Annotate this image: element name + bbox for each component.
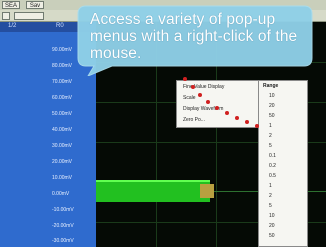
submenu-item[interactable]: 50 (269, 113, 275, 119)
pointer-dot (215, 106, 219, 110)
scale-tick: -20.00mV (52, 223, 74, 229)
panel-header-right: R0 (56, 23, 64, 29)
submenu-item[interactable]: 0.1 (269, 153, 276, 159)
pointer-dot (183, 77, 187, 81)
submenu: Range 10 20 50 1 2 5 0.1 0.2 0.5 1 2 5 1… (258, 80, 308, 247)
submenu-header: Range (263, 83, 279, 89)
scale-tick: 50.00mV (52, 111, 73, 117)
toolbar-button-1[interactable]: SEA (2, 1, 20, 9)
callout-bubble: Access a variety of pop-up menus with a … (66, 2, 314, 76)
scale-tick: 0.00mV (52, 191, 70, 197)
submenu-item[interactable]: 5 (269, 143, 272, 149)
submenu-item[interactable]: 0.5 (269, 173, 276, 179)
context-menu-item[interactable]: Fine Value Display (183, 84, 224, 90)
submenu-item[interactable]: 10 (269, 93, 275, 99)
scale-tick: 20.00mV (52, 159, 73, 165)
context-menu-item[interactable]: Scale (183, 95, 196, 101)
submenu-item[interactable]: 1 (269, 123, 272, 129)
pointer-dot (255, 124, 259, 128)
submenu-item[interactable]: 1 (269, 183, 272, 189)
scale-tick: -10.00mV (52, 207, 74, 213)
pointer-dot (235, 116, 239, 120)
scale-tick: 40.00mV (52, 127, 73, 133)
callout-text: Access a variety of pop-up menus with a … (90, 11, 298, 62)
scale-tick: 70.00mV (52, 79, 73, 85)
submenu-item[interactable]: 0.2 (269, 163, 276, 169)
submenu-item[interactable]: 2 (269, 193, 272, 199)
toolbar-field[interactable] (14, 12, 44, 20)
scale-tick: 60.00mV (52, 95, 73, 101)
pointer-dot (206, 100, 210, 104)
scale-tick: 10.00mV (52, 175, 73, 181)
submenu-item[interactable]: 20 (269, 103, 275, 109)
submenu-item[interactable]: 20 (269, 223, 275, 229)
screenshot-frame: SEA Sav 1/2 R0 90.00mV 80.00mV 70.00mV 6… (0, 0, 326, 247)
waveform-trace-end (200, 184, 214, 198)
pointer-dot (225, 111, 229, 115)
submenu-item[interactable]: 2 (269, 133, 272, 139)
context-menu: Fine Value Display Scale Display Wavefor… (176, 80, 262, 128)
toolbar-button-2[interactable]: Sav (26, 1, 44, 9)
panel-header-left: 1/2 (8, 23, 17, 29)
waveform-trace (96, 180, 210, 202)
submenu-item[interactable]: 50 (269, 233, 275, 239)
context-menu-item[interactable]: Zero Po... (183, 117, 205, 123)
submenu-item[interactable]: 5 (269, 203, 272, 209)
scale-tick: 30.00mV (52, 143, 73, 149)
pointer-dot (245, 120, 249, 124)
submenu-item[interactable]: 10 (269, 213, 275, 219)
toolbar-small-button[interactable] (2, 12, 10, 20)
scale-tick: -30.00mV (52, 238, 74, 244)
pointer-dot (198, 93, 202, 97)
pointer-dot (191, 85, 195, 89)
